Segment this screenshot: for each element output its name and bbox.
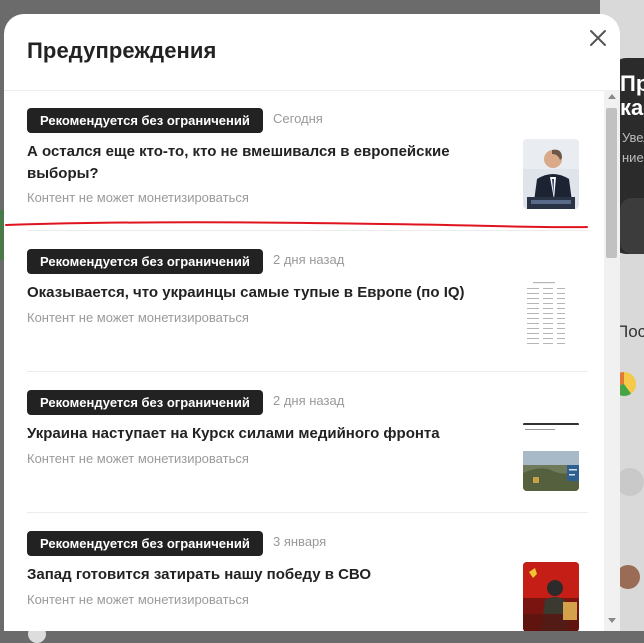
scrollbar-thumb[interactable]	[606, 108, 617, 258]
notification-title[interactable]: Оказывается, что украинцы самые тупые в …	[27, 282, 482, 304]
notification-date: 2 дня назад	[273, 252, 345, 267]
notification-title[interactable]: Запад готовится затирать нашу победу в С…	[27, 564, 482, 586]
background-promo-title: Пр ка	[620, 71, 644, 120]
status-badge: Рекомендуется без ограничений	[27, 531, 263, 556]
scroll-up-arrow-icon[interactable]	[608, 94, 616, 99]
annotation-underline	[5, 221, 588, 229]
status-badge: Рекомендуется без ограничений	[27, 390, 263, 415]
background-side-text: Пос	[616, 322, 644, 341]
notification-date: 3 января	[273, 534, 327, 549]
notification-item[interactable]: Рекомендуется без ограничений 2 дня наза…	[4, 373, 604, 513]
notification-status: Контент не может монетизироваться	[27, 310, 249, 325]
thumbnail-image[interactable]	[523, 562, 579, 631]
notification-status: Контент не может монетизироваться	[27, 592, 249, 607]
notifications-list[interactable]: Рекомендуется без ограничений Сегодня А …	[4, 90, 620, 631]
close-icon[interactable]	[586, 26, 610, 50]
scroll-down-arrow-icon[interactable]	[608, 618, 616, 623]
background-avatar	[616, 468, 644, 496]
background-promo-button	[620, 198, 644, 254]
notification-item[interactable]: Рекомендуется без ограничений 2 дня наза…	[4, 232, 604, 372]
notification-date: 2 дня назад	[273, 393, 345, 408]
divider	[27, 512, 588, 513]
thumbnail-image[interactable]	[523, 421, 579, 491]
status-badge: Рекомендуется без ограничений	[27, 249, 263, 274]
thumbnail-image[interactable]	[523, 280, 579, 350]
scrollbar[interactable]	[604, 90, 620, 631]
notification-title[interactable]: Украина наступает на Курск силами медийн…	[27, 423, 482, 445]
modal-title: Предупреждения	[27, 38, 217, 63]
notification-item[interactable]: Рекомендуется без ограничений 3 января З…	[4, 514, 604, 631]
background-promo-text: Увелние	[622, 130, 644, 165]
divider	[27, 371, 588, 372]
warnings-modal: Предупреждения Рекомендуется без огранич…	[4, 14, 620, 631]
notification-status: Контент не может монетизироваться	[27, 451, 249, 466]
